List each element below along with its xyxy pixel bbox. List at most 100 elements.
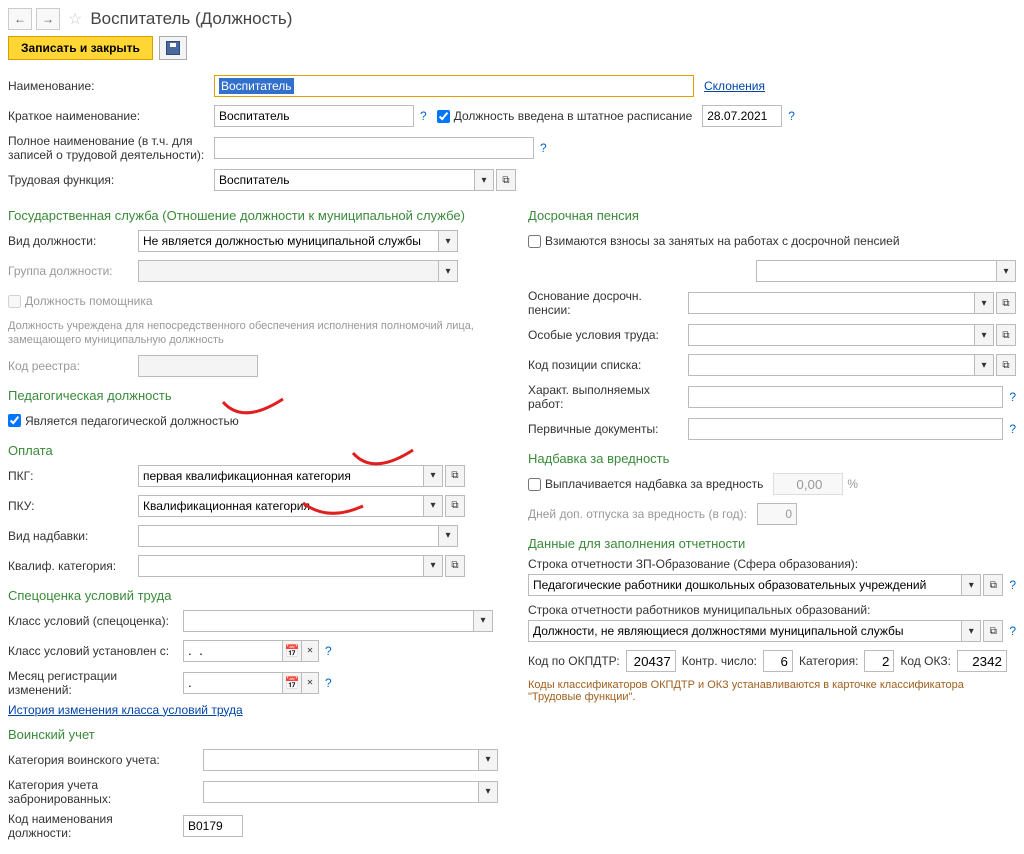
dropdown-button[interactable]: ▾ xyxy=(423,555,443,577)
hazard-value-input xyxy=(773,473,843,495)
assistant-checkbox xyxy=(8,295,21,308)
schedule-date-input[interactable] xyxy=(702,105,782,127)
work-char-input[interactable] xyxy=(688,386,1003,408)
short-name-label: Краткое наименование: xyxy=(8,109,214,123)
nav-forward-button[interactable]: → xyxy=(36,8,60,30)
is-pedagogical-checkbox[interactable] xyxy=(8,414,21,427)
in-schedule-checkbox[interactable] xyxy=(437,110,450,123)
nav-back-button[interactable]: ← xyxy=(8,8,32,30)
control-input[interactable] xyxy=(763,650,793,672)
open-button[interactable]: ⧉ xyxy=(983,620,1003,642)
mil-cat-label: Категория воинского учета: xyxy=(8,753,203,767)
dropdown-button[interactable]: ▾ xyxy=(996,260,1016,282)
disk-icon xyxy=(166,41,180,55)
calendar-button[interactable]: 📅 xyxy=(282,640,302,662)
full-name-input[interactable] xyxy=(214,137,534,159)
help-icon[interactable]: ? xyxy=(1009,390,1016,404)
dropdown-button[interactable]: ▾ xyxy=(961,620,981,642)
open-button[interactable]: ⧉ xyxy=(996,354,1016,376)
pku-combo[interactable]: ▾ xyxy=(138,495,443,517)
help-icon[interactable]: ? xyxy=(325,644,332,658)
position-type-combo[interactable]: ▾ xyxy=(138,230,458,252)
help-icon[interactable]: ? xyxy=(1009,578,1016,592)
hazard-paid-checkbox[interactable] xyxy=(528,478,541,491)
class-history-link[interactable]: История изменения класса условий труда xyxy=(8,703,243,717)
pension-basis-label: Основание досрочн. пенсии: xyxy=(528,289,688,317)
open-button[interactable]: ⧉ xyxy=(996,292,1016,314)
save-button[interactable] xyxy=(159,36,187,60)
dropdown-button[interactable]: ▾ xyxy=(474,169,494,191)
registry-code-label: Код реестра: xyxy=(8,359,138,373)
clear-button[interactable]: ✕ xyxy=(301,640,319,662)
dropdown-button[interactable]: ▾ xyxy=(974,324,994,346)
pension-conditions-combo[interactable]: ▾ xyxy=(688,324,994,346)
registry-code-input xyxy=(138,355,258,377)
dropdown-button[interactable]: ▾ xyxy=(438,230,458,252)
report-line2-label: Строка отчетности работников муниципальн… xyxy=(528,603,1016,617)
mil-cat-combo[interactable]: ▾ xyxy=(203,749,498,771)
reg-month-input[interactable] xyxy=(183,672,283,694)
category-input[interactable] xyxy=(864,650,894,672)
class-date-label: Класс условий установлен с: xyxy=(8,644,183,658)
dropdown-button[interactable]: ▾ xyxy=(974,354,994,376)
class-combo[interactable]: ▾ xyxy=(183,610,493,632)
help-icon[interactable]: ? xyxy=(540,141,547,155)
dropdown-button[interactable]: ▾ xyxy=(473,610,493,632)
window-title: Воспитатель (Должность) xyxy=(90,9,292,29)
ped-section-title: Педагогическая должность xyxy=(8,388,498,403)
mil-booked-combo[interactable]: ▾ xyxy=(203,781,498,803)
military-section-title: Воинский учет xyxy=(8,727,498,742)
open-button[interactable]: ⧉ xyxy=(445,495,465,517)
dropdown-button[interactable]: ▾ xyxy=(423,495,443,517)
name-input[interactable]: Воспитатель xyxy=(214,75,694,97)
list-code-combo[interactable]: ▾ xyxy=(688,354,994,376)
labor-func-combo[interactable]: ▾ xyxy=(214,169,494,191)
pension-extra-combo[interactable]: ▾ xyxy=(756,260,1016,282)
open-button[interactable]: ⧉ xyxy=(996,324,1016,346)
percent-label: % xyxy=(847,477,858,491)
pkg-label: ПКГ: xyxy=(8,469,138,483)
report-line2-combo[interactable]: ▾ xyxy=(528,620,981,642)
pension-basis-combo[interactable]: ▾ xyxy=(688,292,994,314)
hazard-days-label: Дней доп. отпуска за вредность (в год): xyxy=(528,507,747,521)
favorite-icon[interactable]: ☆ xyxy=(68,9,82,29)
pku-label: ПКУ: xyxy=(8,499,138,513)
open-button[interactable]: ⧉ xyxy=(496,169,516,191)
open-button[interactable]: ⧉ xyxy=(445,465,465,487)
short-name-input[interactable] xyxy=(214,105,414,127)
qual-cat-combo[interactable]: ▾ xyxy=(138,555,443,577)
open-button[interactable]: ⧉ xyxy=(983,574,1003,596)
dropdown-button[interactable]: ▾ xyxy=(478,749,498,771)
bonus-type-combo[interactable]: ▾ xyxy=(138,525,458,547)
help-icon[interactable]: ? xyxy=(788,109,795,123)
dropdown-button[interactable]: ▾ xyxy=(961,574,981,596)
okz-input[interactable] xyxy=(957,650,1007,672)
bonus-type-label: Вид надбавки: xyxy=(8,529,138,543)
dropdown-button[interactable]: ▾ xyxy=(438,525,458,547)
class-date-input[interactable] xyxy=(183,640,283,662)
spec-section-title: Спецоценка условий труда xyxy=(8,588,498,603)
dropdown-button[interactable]: ▾ xyxy=(423,465,443,487)
gov-help-text: Должность учреждена для непосредственног… xyxy=(8,319,498,348)
mil-code-input[interactable] xyxy=(183,815,243,837)
primary-docs-input[interactable] xyxy=(688,418,1003,440)
help-icon[interactable]: ? xyxy=(1009,624,1016,638)
help-icon[interactable]: ? xyxy=(1009,422,1016,436)
okpdtr-label: Код по ОКПДТР: xyxy=(528,654,620,668)
dropdown-button[interactable]: ▾ xyxy=(478,781,498,803)
calendar-button[interactable]: 📅 xyxy=(282,672,302,694)
open-button[interactable]: ⧉ xyxy=(445,555,465,577)
help-icon[interactable]: ? xyxy=(420,109,427,123)
save-and-close-button[interactable]: Записать и закрыть xyxy=(8,36,153,60)
pkg-combo[interactable]: ▾ xyxy=(138,465,443,487)
position-group-combo: ▾ xyxy=(138,260,458,282)
report-section-title: Данные для заполнения отчетности xyxy=(528,536,1016,551)
help-icon[interactable]: ? xyxy=(325,676,332,690)
dropdown-button[interactable]: ▾ xyxy=(974,292,994,314)
pension-fees-checkbox[interactable] xyxy=(528,235,541,248)
hazard-days-input xyxy=(757,503,797,525)
declension-link[interactable]: Склонения xyxy=(704,79,765,93)
report-line1-combo[interactable]: ▾ xyxy=(528,574,981,596)
clear-button[interactable]: ✕ xyxy=(301,672,319,694)
okpdtr-input[interactable] xyxy=(626,650,676,672)
